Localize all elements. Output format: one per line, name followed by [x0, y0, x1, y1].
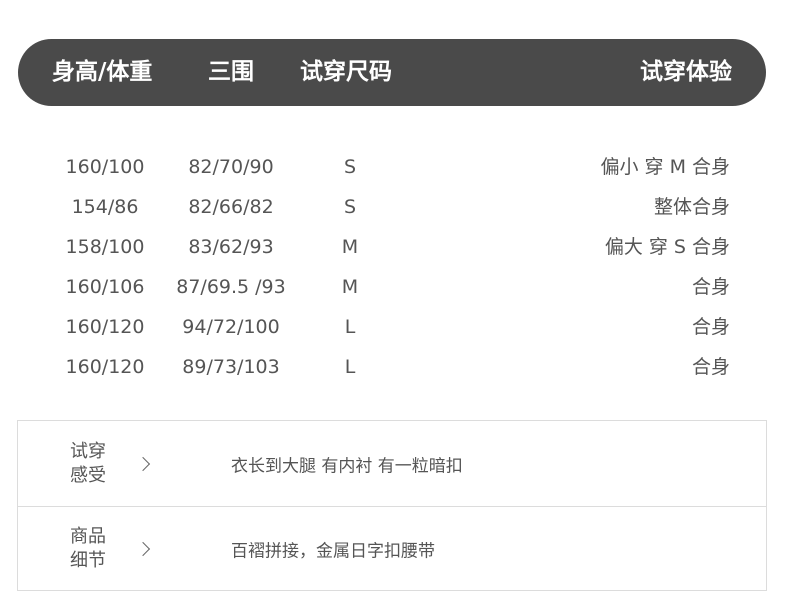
cell-size: L — [344, 316, 356, 338]
section-label-line: 试穿 — [70, 440, 106, 462]
cell-feel: 偏大 穿 S 合身 — [604, 236, 730, 258]
cell-measurements: 87/69.5 /93 — [176, 276, 286, 298]
table-header: 身高/体重 三围 试穿尺码 试穿体验 — [18, 39, 766, 106]
section-text: 衣长到大腿 有内衬 有一粒暗扣 — [231, 456, 463, 476]
cell-height-weight: 160/106 — [65, 276, 145, 298]
cell-feel: 合身 — [691, 276, 730, 298]
cell-height-weight: 154/86 — [71, 196, 139, 218]
section-label: 试穿 感受 — [58, 440, 118, 488]
cell-size: S — [343, 196, 357, 218]
cell-height-weight: 160/100 — [65, 156, 145, 178]
cell-feel: 合身 — [691, 316, 730, 338]
cell-size: L — [344, 356, 356, 378]
cell-measurements: 83/62/93 — [188, 236, 274, 258]
chevron-right-icon[interactable] — [135, 541, 151, 556]
fitting-feel-section[interactable]: 试穿 感受 衣长到大腿 有内衬 有一粒暗扣 — [17, 420, 767, 507]
header-height-weight: 身高/体重 — [52, 59, 153, 85]
table-row: 154/86 82/66/82 S 整体合身 — [0, 187, 790, 227]
cell-measurements: 82/70/90 — [188, 156, 274, 178]
header-measurements: 三围 — [208, 59, 254, 85]
table-row: 158/100 83/62/93 M 偏大 穿 S 合身 — [0, 227, 790, 267]
cell-height-weight: 160/120 — [65, 316, 145, 338]
section-label-line: 商品 — [70, 525, 106, 547]
header-size: 试穿尺码 — [300, 59, 392, 85]
cell-size: M — [341, 236, 359, 258]
cell-height-weight: 160/120 — [65, 356, 145, 378]
cell-measurements: 82/66/82 — [188, 196, 274, 218]
cell-feel: 偏小 穿 M 合身 — [600, 156, 730, 178]
cell-measurements: 89/73/103 — [182, 356, 280, 378]
table-row: 160/120 94/72/100 L 合身 — [0, 307, 790, 347]
cell-measurements: 94/72/100 — [182, 316, 280, 338]
cell-feel: 合身 — [691, 356, 730, 378]
cell-size: S — [343, 156, 357, 178]
header-experience: 试穿体验 — [640, 59, 732, 85]
section-text: 百褶拼接，金属日字扣腰带 — [231, 541, 435, 561]
section-label-line: 细节 — [70, 549, 106, 571]
cell-height-weight: 158/100 — [65, 236, 145, 258]
section-label: 商品 细节 — [58, 525, 118, 573]
product-details-section[interactable]: 商品 细节 百褶拼接，金属日字扣腰带 — [17, 506, 767, 591]
fitting-table: 160/100 82/70/90 S 偏小 穿 M 合身 154/86 82/6… — [0, 147, 790, 387]
table-row: 160/106 87/69.5 /93 M 合身 — [0, 267, 790, 307]
chevron-right-icon[interactable] — [135, 456, 151, 471]
table-row: 160/120 89/73/103 L 合身 — [0, 347, 790, 387]
cell-feel: 整体合身 — [653, 196, 730, 218]
section-label-line: 感受 — [70, 464, 106, 486]
cell-size: M — [341, 276, 359, 298]
table-row: 160/100 82/70/90 S 偏小 穿 M 合身 — [0, 147, 790, 187]
